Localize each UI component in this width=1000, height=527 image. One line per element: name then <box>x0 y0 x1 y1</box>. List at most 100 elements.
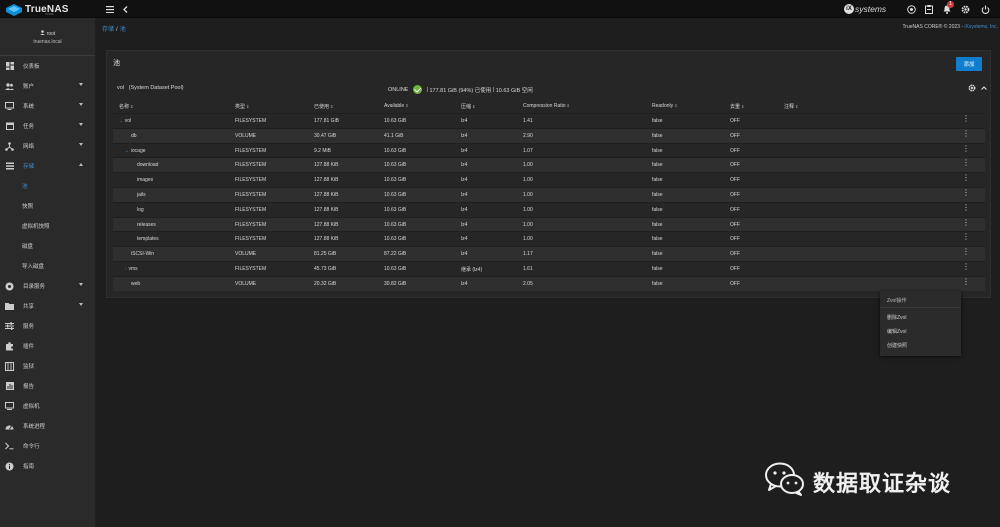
network-icon <box>5 141 14 151</box>
cell-ratio: 1.00 <box>523 221 533 228</box>
col-header-used[interactable]: 已使用⇕ <box>314 103 333 110</box>
shell-icon <box>5 442 14 451</box>
delete-zvol-menu-item[interactable]: 删除Zvol <box>887 314 906 321</box>
create-snapshot-menu-item[interactable]: 创建快照 <box>887 342 907 349</box>
gear-icon[interactable] <box>960 3 970 15</box>
more-vert-icon[interactable]: ⋮ <box>962 115 970 123</box>
table-row[interactable]: db VOLUME 30.47 GiB 41.1 GiB lz4 2.90 false OFF… <box>113 127 985 143</box>
breadcrumb-pools[interactable]: 池 <box>120 27 126 33</box>
menu-icon[interactable] <box>106 3 114 15</box>
more-vert-icon[interactable]: ⋮ <box>962 218 970 226</box>
user-info: root truenas.local <box>0 18 95 55</box>
chevron-right-icon[interactable]: › <box>125 266 127 271</box>
col-header-compression-ratio[interactable]: Compression Ratio⇕ <box>523 103 570 109</box>
sidebar-subitem-vm-snapshots[interactable]: 虚拟机快照 <box>0 216 95 236</box>
sidebar-item-jails[interactable]: 监狱 <box>0 356 95 376</box>
cell-ratio: 1.61 <box>523 265 533 272</box>
sidebar-item-storage[interactable]: 存储 <box>0 156 95 176</box>
dataset-name: vol <box>124 118 132 124</box>
col-header-type[interactable]: 类型⇕ <box>235 103 249 110</box>
add-pool-button[interactable]: 添加 <box>956 57 982 71</box>
col-header-notes[interactable]: 注释⇕ <box>784 103 798 110</box>
sidebar-subitem-pools[interactable]: 池 <box>0 176 95 196</box>
cell-used: 127.88 KiB <box>314 236 339 243</box>
ixsystems-logo[interactable]: iX systems <box>844 3 886 15</box>
sidebar-subitem-import-disk[interactable]: 导入磁盘 <box>0 256 95 276</box>
edit-zvol-menu-item[interactable]: 编辑Zvol <box>887 328 906 335</box>
col-header-dedup[interactable]: 去重⇕ <box>730 103 744 110</box>
cell-name: jails <box>137 192 146 198</box>
sidebar-item-services[interactable]: 服务 <box>0 316 95 336</box>
chevron-left-icon[interactable] <box>122 3 128 15</box>
power-icon[interactable] <box>980 3 990 15</box>
sidebar-item-guide[interactable]: 指南 <box>0 456 95 476</box>
table-row[interactable]: › vms FILESYSTEM 45.73 GiB 10.63 GiB 继承 (lz4)… <box>113 260 985 276</box>
sidebar-item-label: 服务 <box>23 324 35 330</box>
cell-available: 10.63 GiB <box>384 118 407 124</box>
more-vert-icon[interactable]: ⋮ <box>962 129 970 137</box>
cell-ratio: 1.00 <box>523 236 533 243</box>
table-row[interactable]: web VOLUME 20.32 GiB 30.82 GiB lz4 2.05 false O… <box>113 275 985 291</box>
sidebar-item-system[interactable]: 系统 <box>0 96 95 116</box>
table-row[interactable]: download FILESYSTEM 127.88 KiB 10.63 GiB lz4… <box>113 157 985 173</box>
table-row[interactable]: iSCSI-Win VOLUME 81.25 GiB 87.22 GiB lz4 1.17… <box>113 246 985 261</box>
dataset-name: iSCSI-Win <box>131 251 155 258</box>
more-vert-icon[interactable]: ⋮ <box>962 203 970 211</box>
truecommand-icon[interactable] <box>906 3 916 15</box>
table-row[interactable]: jails FILESYSTEM 127.88 KiB 10.63 GiB lz4 1.0… <box>113 186 985 202</box>
sidebar-item-accounts[interactable]: 账户 <box>0 76 95 96</box>
sidebar-item-reporting[interactable]: 报告 <box>0 376 95 396</box>
cell-readonly: false <box>652 221 663 228</box>
more-vert-icon[interactable]: ⋮ <box>962 248 970 256</box>
ixsystems-link[interactable]: iXsystems, Inc. <box>964 24 998 30</box>
table-row[interactable]: templates FILESYSTEM 127.88 KiB 10.63 GiB lz… <box>113 231 985 246</box>
clipboard-icon[interactable] <box>924 3 934 15</box>
more-vert-icon[interactable]: ⋮ <box>962 233 970 241</box>
cell-used: 127.88 KiB <box>314 162 339 169</box>
breadcrumb-storage[interactable]: 存储 <box>102 27 114 33</box>
sidebar-item-tasks[interactable]: 任务 <box>0 116 95 136</box>
cell-dedup: OFF <box>730 251 740 258</box>
cell-compression: lz4 <box>461 162 468 169</box>
more-vert-icon[interactable]: ⋮ <box>962 174 970 182</box>
col-header-readonly[interactable]: Readonly⇕ <box>652 103 678 109</box>
more-vert-icon[interactable]: ⋮ <box>962 144 970 152</box>
sidebar-subitem-snapshots[interactable]: 快照 <box>0 196 95 216</box>
more-vert-icon[interactable]: ⋮ <box>962 159 970 167</box>
col-header-compression[interactable]: 压缩⇕ <box>461 103 475 110</box>
table-row[interactable]: releases FILESYSTEM 127.88 KiB 10.63 GiB lz4… <box>113 216 985 232</box>
col-header-name[interactable]: 名称⇕ <box>119 103 133 110</box>
cell-name: db <box>131 133 137 139</box>
gear-icon[interactable] <box>968 84 976 94</box>
more-vert-icon[interactable]: ⋮ <box>962 277 970 285</box>
chevron-down-icon[interactable]: ⌄ <box>125 148 129 153</box>
sidebar-item-vms[interactable]: 虚拟机 <box>0 396 95 416</box>
sidebar-subitem-disks[interactable]: 磁盘 <box>0 236 95 256</box>
sidebar-item-sharing[interactable]: 共享 <box>0 296 95 316</box>
more-vert-icon[interactable]: ⋮ <box>962 188 970 196</box>
table-row[interactable]: ⌄ vol FILESYSTEM 177.81 GiB 10.63 GiB lz4 1.41… <box>113 113 985 128</box>
chevron-up-icon[interactable] <box>981 86 987 92</box>
more-vert-icon[interactable]: ⋮ <box>962 262 970 270</box>
col-header-available[interactable]: Available⇕ <box>384 103 409 109</box>
truenas-logo[interactable]: TrueNAS CORE <box>6 2 69 16</box>
cell-compression: lz4 <box>461 206 468 213</box>
sidebar-item-plugins[interactable]: 插件 <box>0 336 95 356</box>
dataset-name: images <box>137 177 154 184</box>
dataset-name: log <box>137 206 144 213</box>
sidebar-item-shell[interactable]: 命令行 <box>0 436 95 456</box>
sidebar-item-system-processes[interactable]: 系统进程 <box>0 416 95 436</box>
table-row[interactable]: images FILESYSTEM 127.88 KiB 10.63 GiB lz4 1.… <box>113 172 985 187</box>
pool-name: vol (System Dataset Pool) <box>117 85 184 91</box>
cell-name: web <box>131 281 140 287</box>
table-row[interactable]: log FILESYSTEM 127.88 KiB 10.63 GiB lz4 1.00 f… <box>113 201 985 217</box>
sidebar-item-dashboard[interactable]: 仪表板 <box>0 56 95 76</box>
chevron-down-icon[interactable]: ⌄ <box>119 118 123 123</box>
sidebar-item-network[interactable]: 网络 <box>0 136 95 156</box>
sidebar-item-directory-services[interactable]: 目录服务 <box>0 276 95 296</box>
pool-actions <box>968 84 987 94</box>
sidebar-item-label: 报告 <box>23 384 35 390</box>
table-row[interactable]: ⌄ iocage FILESYSTEM 9.2 MiB 10.63 GiB lz4 1.07… <box>113 142 985 158</box>
cell-compression: 继承 (lz4) <box>461 266 483 273</box>
cell-dedup: OFF <box>730 162 740 169</box>
